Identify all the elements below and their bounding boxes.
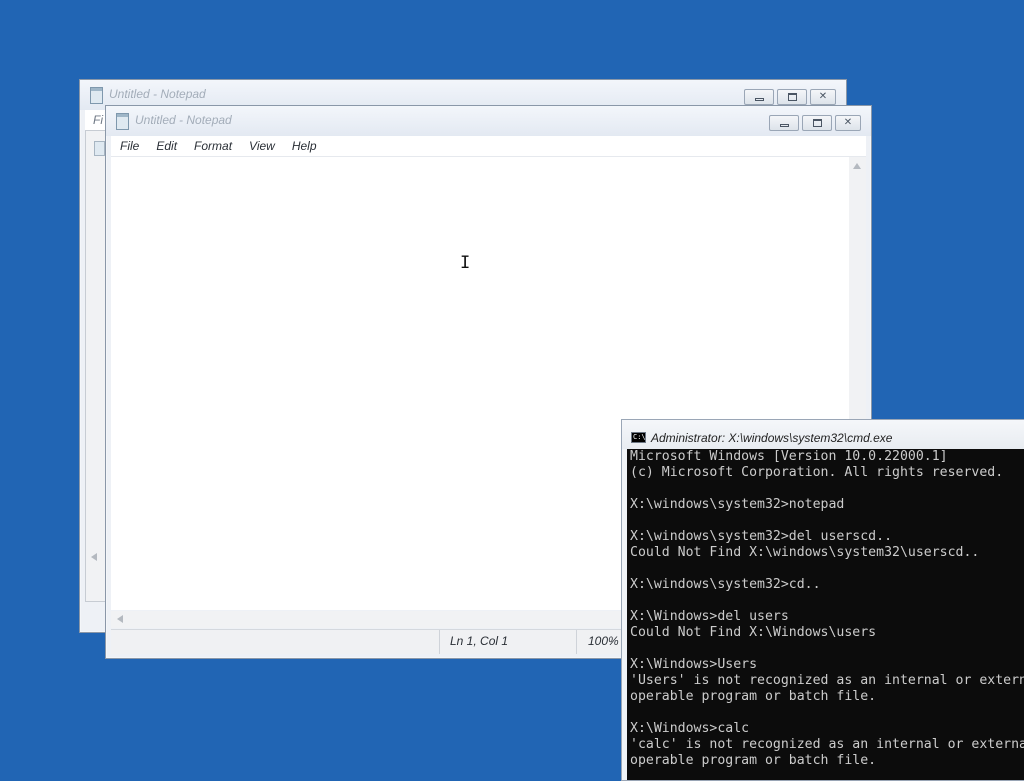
minimize-button[interactable]	[744, 89, 774, 105]
console-line: X:\Windows>calc	[630, 721, 750, 736]
console-line: X:\windows\system32>del userscd..	[630, 529, 893, 544]
console-line: X:\Windows>Users	[630, 657, 758, 672]
notepad-icon	[116, 113, 129, 130]
close-icon: ✕	[818, 91, 828, 102]
minimize-button[interactable]	[769, 115, 799, 131]
console-line: operable program or batch file.	[630, 689, 877, 704]
close-icon: ✕	[843, 117, 853, 128]
console-line: (c) Microsoft Corporation. All rights re…	[630, 465, 1004, 480]
text-cursor-icon: I	[460, 253, 471, 273]
scroll-up-arrow-icon[interactable]	[853, 163, 861, 169]
console-line: X:\Windows>del users	[630, 609, 789, 624]
maximize-button[interactable]	[802, 115, 832, 131]
menu-file[interactable]: File	[111, 136, 147, 156]
close-button[interactable]: ✕	[810, 89, 836, 105]
console-line: operable program or batch file.	[630, 753, 877, 768]
notepad-icon	[90, 87, 103, 104]
window-title: Untitled - Notepad	[109, 87, 206, 101]
console-line: Could Not Find X:\windows\system32\users…	[630, 545, 980, 560]
console-line: X:\windows\system32>cd..	[630, 577, 821, 592]
menu-view[interactable]: View	[240, 136, 283, 156]
scroll-left-arrow-icon[interactable]	[91, 553, 97, 561]
console-line: X:\windows\system32>notepad	[630, 497, 845, 512]
cursor-position: Ln 1, Col 1	[439, 630, 575, 654]
menu-bar: File Edit Format View Help	[111, 136, 866, 156]
console-line: Could Not Find X:\Windows\users	[630, 625, 877, 640]
menu-edit[interactable]: Edit	[147, 136, 185, 156]
window-title: Untitled - Notepad	[135, 113, 232, 127]
menu-format[interactable]: Format	[185, 136, 240, 156]
maximize-button[interactable]	[777, 89, 807, 105]
console-line: Microsoft Windows [Version 10.0.22000.1]	[630, 449, 948, 464]
editor-area[interactable]	[85, 130, 106, 602]
scroll-left-arrow-icon[interactable]	[117, 615, 123, 623]
menu-file[interactable]: Fi	[85, 110, 105, 130]
window-title: Administrator: X:\windows\system32\cmd.e…	[651, 431, 893, 445]
cmd-icon: C:\	[631, 432, 646, 443]
close-button[interactable]: ✕	[835, 115, 861, 131]
title-bar[interactable]: C:\ Administrator: X:\windows\system32\c…	[622, 420, 1024, 449]
menu-help[interactable]: Help	[283, 136, 325, 156]
cmd-window[interactable]: C:\ Administrator: X:\windows\system32\c…	[621, 419, 1024, 781]
document-icon	[94, 141, 105, 156]
console-line: 'calc' is not recognized as an internal …	[630, 737, 1024, 752]
console-line: 'Users' is not recognized as an internal…	[630, 673, 1024, 688]
title-bar[interactable]: Untitled - Notepad ✕	[106, 106, 871, 136]
console-output[interactable]: Microsoft Windows [Version 10.0.22000.1]…	[627, 449, 1024, 780]
